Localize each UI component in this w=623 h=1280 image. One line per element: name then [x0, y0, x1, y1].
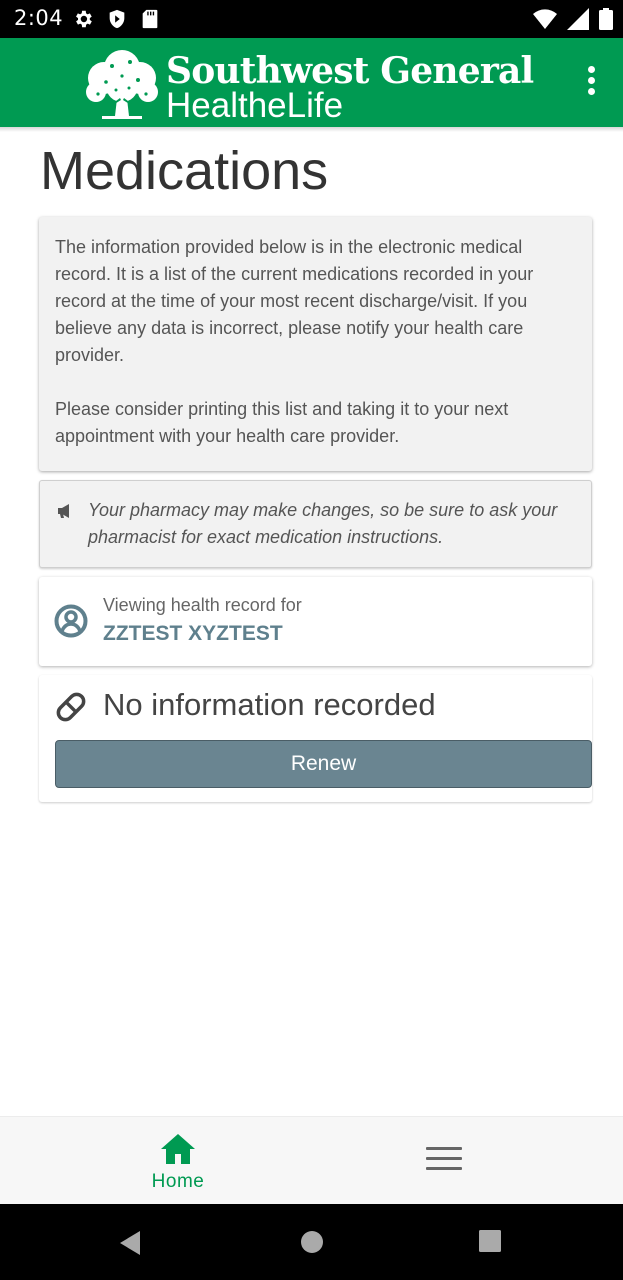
nav-home-label: Home	[151, 1171, 205, 1192]
renew-button[interactable]: Renew	[55, 740, 592, 788]
nav-home[interactable]: Home	[128, 1131, 228, 1195]
user-circle-icon	[54, 604, 88, 643]
bottom-navigation: Home	[0, 1116, 623, 1204]
gear-icon	[72, 8, 94, 35]
shield-icon	[106, 8, 128, 35]
signal-icon	[567, 8, 589, 35]
pharmacy-note-text: Your pharmacy may make changes, so be su…	[88, 500, 558, 547]
patient-name[interactable]: ZZTEST XYZTEST	[103, 622, 283, 646]
brand-subname: HealtheLife	[166, 86, 344, 125]
hamburger-menu-icon[interactable]	[426, 1147, 462, 1175]
megaphone-icon	[56, 503, 74, 524]
recents-icon[interactable]	[479, 1230, 501, 1257]
pharmacy-note: Your pharmacy may make changes, so be su…	[39, 480, 592, 568]
sd-card-icon	[140, 8, 160, 35]
pill-icon	[54, 690, 88, 729]
more-vertical-icon[interactable]	[585, 66, 597, 100]
home-circle-icon[interactable]	[300, 1230, 324, 1259]
no-information-text: No information recorded	[103, 687, 436, 722]
home-icon	[160, 1133, 196, 1170]
system-navigation-bar	[0, 1204, 623, 1280]
info-card: The information provided below is in the…	[39, 217, 592, 471]
health-record-card: Viewing health record for ZZTEST XYZTEST	[39, 577, 592, 666]
header-shadow	[0, 127, 623, 132]
back-icon[interactable]	[118, 1230, 142, 1261]
viewing-label: Viewing health record for	[103, 595, 302, 615]
info-paragraph-2: Please consider printing this list and t…	[55, 399, 509, 446]
status-time: 2:04	[14, 6, 64, 30]
wifi-icon	[533, 8, 557, 35]
info-paragraph-1: The information provided below is in the…	[55, 237, 534, 365]
page-title: Medications	[40, 141, 329, 201]
tree-logo-icon	[82, 46, 162, 120]
status-bar: 2:04	[0, 0, 623, 38]
battery-icon	[599, 8, 613, 35]
medications-card: No information recorded Renew	[39, 675, 592, 802]
app-header: Southwest General HealtheLife	[0, 38, 623, 127]
